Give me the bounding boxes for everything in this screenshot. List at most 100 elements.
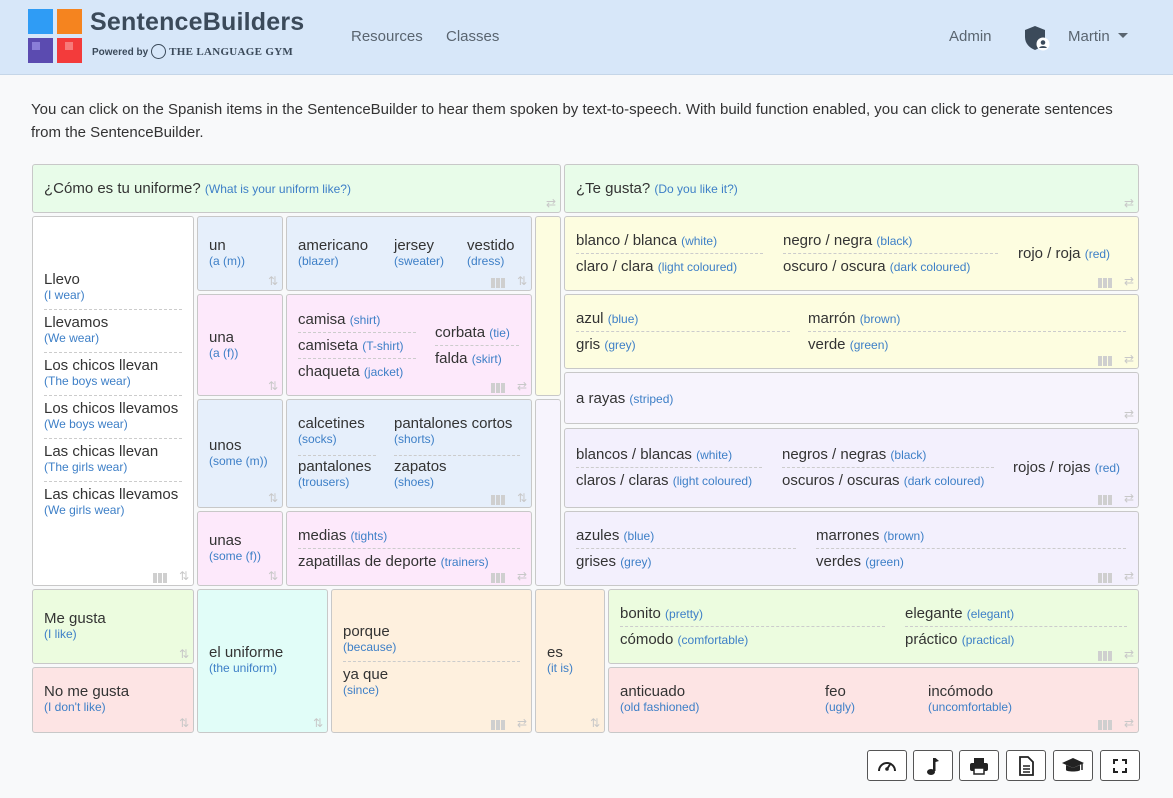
audio-button[interactable] — [913, 750, 953, 781]
noun-item[interactable]: calcetines (socks) — [298, 415, 365, 446]
verb-es[interactable]: es (it is) ⇅ — [535, 589, 605, 733]
columns-icon[interactable] — [153, 570, 169, 583]
color-item[interactable]: oscuros / oscuras (dark coloured) — [782, 472, 984, 489]
color-item[interactable]: negro / negra (black) — [783, 232, 912, 249]
subject-item[interactable]: Las chicas llevamos (We girls wear) — [44, 486, 178, 517]
noun-item[interactable]: zapatos (shoes) — [394, 458, 447, 489]
article-un[interactable]: un (a (m)) ⇅ — [197, 216, 283, 291]
columns-icon[interactable] — [1098, 570, 1114, 583]
subject-item[interactable]: Llevo (I wear) — [44, 271, 85, 302]
columns-icon[interactable] — [491, 380, 507, 393]
q1-es[interactable]: ¿Cómo es tu uniforme? — [44, 180, 201, 197]
worksheet-button[interactable] — [1006, 750, 1046, 781]
swap-icon[interactable]: ⇄ — [546, 196, 556, 210]
adjective-item[interactable]: cómodo (comfortable) — [620, 631, 748, 648]
swap-icon[interactable]: ⇄ — [517, 569, 527, 583]
sort-icon[interactable]: ⇅ — [268, 491, 278, 505]
q2-es[interactable]: ¿Te gusta? — [576, 180, 650, 197]
color-item[interactable]: oscuro / oscura (dark coloured) — [783, 258, 970, 275]
color-striped[interactable]: a rayas (striped) ⇄ — [564, 372, 1139, 424]
sort-icon[interactable]: ⇅ — [179, 716, 189, 730]
swap-icon[interactable]: ⇄ — [1124, 716, 1134, 730]
swap-icon[interactable]: ⇄ — [1124, 352, 1134, 366]
sort-icon[interactable]: ⇅ — [268, 274, 278, 288]
question-like[interactable]: ¿Te gusta? (Do you like it?) ⇄ — [564, 164, 1139, 213]
speed-button[interactable] — [867, 750, 907, 781]
brand-title[interactable]: SentenceBuilders — [90, 8, 304, 37]
article-unas[interactable]: unas (some (f)) ⇅ — [197, 511, 283, 586]
sort-icon[interactable]: ⇅ — [517, 491, 527, 505]
noun-item[interactable]: pantalones cortos (shorts) — [394, 415, 512, 446]
opinion-dislike[interactable]: No me gusta (I don't like) ⇅ — [32, 667, 194, 733]
noun-item[interactable]: chaqueta (jacket) — [298, 363, 403, 380]
adjective-item[interactable]: incómodo (uncomfortable) — [928, 683, 1012, 714]
swap-icon[interactable]: ⇄ — [517, 716, 527, 730]
subject-item[interactable]: Llevamos (We wear) — [44, 314, 108, 345]
noun-item[interactable]: corbata (tie) — [435, 324, 510, 341]
swap-icon[interactable]: ⇄ — [1124, 274, 1134, 288]
color-item[interactable]: gris (grey) — [576, 336, 636, 353]
question-uniform[interactable]: ¿Cómo es tu uniforme? (What is your unif… — [32, 164, 561, 213]
opinion-like[interactable]: Me gusta (I like) ⇅ — [32, 589, 194, 664]
noun-item[interactable]: americano (blazer) — [298, 237, 368, 268]
color-item[interactable]: azul (blue) — [576, 310, 638, 327]
print-button[interactable] — [959, 750, 999, 781]
adjective-item[interactable]: feo (ugly) — [825, 683, 855, 714]
sort-icon[interactable]: ⇅ — [179, 647, 189, 661]
columns-icon[interactable] — [491, 492, 507, 505]
swap-icon[interactable]: ⇄ — [1124, 407, 1134, 421]
color-item[interactable]: marrones (brown) — [816, 527, 924, 544]
columns-icon[interactable] — [491, 275, 507, 288]
subject-item[interactable]: Los chicos llevamos (We boys wear) — [44, 400, 178, 431]
color-item[interactable]: blancos / blancas (white) — [576, 446, 732, 463]
columns-icon[interactable] — [1098, 492, 1114, 505]
adjective-item[interactable]: bonito (pretty) — [620, 605, 703, 622]
fullscreen-button[interactable] — [1100, 750, 1140, 781]
adjective-item[interactable]: elegante (elegant) — [905, 605, 1014, 622]
color-item[interactable]: grises (grey) — [576, 553, 652, 570]
color-item[interactable]: claro / clara (light coloured) — [576, 258, 737, 275]
columns-icon[interactable] — [1098, 353, 1114, 366]
subject-item[interactable]: Los chicos llevan (The boys wear) — [44, 357, 158, 388]
color-item[interactable]: blanco / blanca (white) — [576, 232, 717, 249]
noun-item[interactable]: pantalones (trousers) — [298, 458, 371, 489]
swap-icon[interactable]: ⇄ — [1124, 569, 1134, 583]
sort-icon[interactable]: ⇅ — [313, 716, 323, 730]
noun-item[interactable]: vestido (dress) — [467, 237, 515, 268]
sort-icon[interactable]: ⇅ — [268, 569, 278, 583]
logo-icon[interactable] — [28, 9, 82, 63]
noun-item[interactable]: medias (tights) — [298, 527, 387, 544]
color-item[interactable]: claros / claras (light coloured) — [576, 472, 752, 489]
color-item[interactable]: azules (blue) — [576, 527, 654, 544]
noun-item[interactable]: falda (skirt) — [435, 350, 502, 367]
noun-item[interactable]: camisa (shirt) — [298, 311, 380, 328]
swap-icon[interactable]: ⇄ — [1124, 491, 1134, 505]
sort-icon[interactable]: ⇅ — [517, 274, 527, 288]
user-shield-icon[interactable] — [1023, 24, 1051, 52]
color-item[interactable]: marrón (brown) — [808, 310, 900, 327]
nav-resources[interactable]: Resources — [351, 28, 423, 45]
swap-icon[interactable]: ⇄ — [1124, 196, 1134, 210]
swap-icon[interactable]: ⇄ — [1124, 647, 1134, 661]
learn-button[interactable] — [1053, 750, 1093, 781]
color-item[interactable]: negros / negras (black) — [782, 446, 926, 463]
color-item[interactable]: verdes (green) — [816, 553, 904, 570]
subject-item[interactable]: Las chicas llevan (The girls wear) — [44, 443, 158, 474]
columns-icon[interactable] — [1098, 717, 1114, 730]
columns-icon[interactable] — [491, 717, 507, 730]
article-unos[interactable]: unos (some (m)) ⇅ — [197, 399, 283, 508]
noun-item[interactable]: jersey (sweater) — [394, 237, 444, 268]
columns-icon[interactable] — [1098, 648, 1114, 661]
article-una[interactable]: una (a (f)) ⇅ — [197, 294, 283, 396]
sort-icon[interactable]: ⇅ — [179, 569, 189, 583]
adjective-item[interactable]: práctico (practical) — [905, 631, 1014, 648]
nav-admin[interactable]: Admin — [949, 28, 992, 45]
color-item[interactable]: rojo / roja (red) — [1018, 245, 1110, 262]
connective-item[interactable]: ya que (since) — [343, 666, 388, 697]
opinion-uniform[interactable]: el uniforme (the uniform) ⇅ — [197, 589, 328, 733]
sort-icon[interactable]: ⇅ — [590, 716, 600, 730]
connective-item[interactable]: porque (because) — [343, 623, 396, 654]
columns-icon[interactable] — [1098, 275, 1114, 288]
nav-classes[interactable]: Classes — [446, 28, 499, 45]
color-item[interactable]: rojos / rojas (red) — [1013, 459, 1120, 476]
